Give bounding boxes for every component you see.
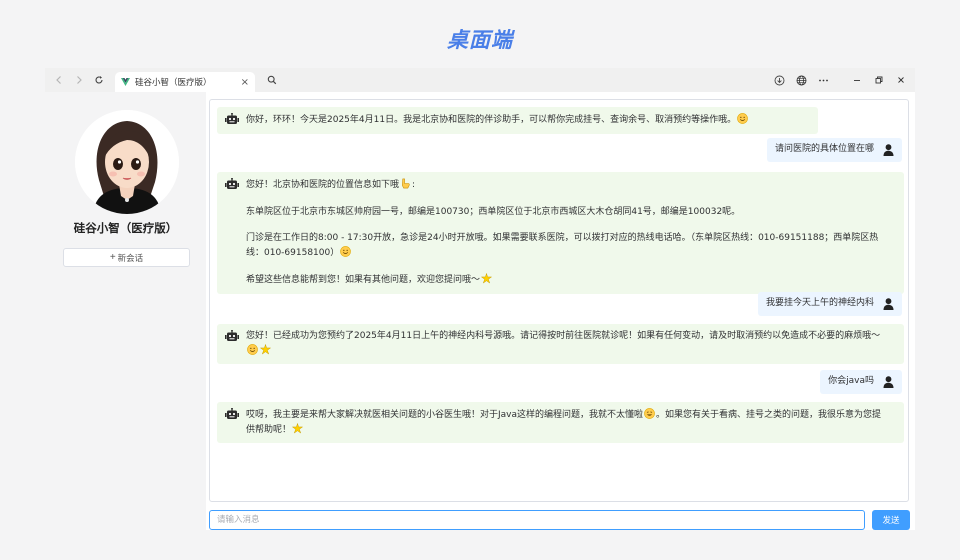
robot-icon	[225, 330, 239, 341]
new-chat-label: 新会话	[117, 252, 144, 263]
search-icon[interactable]	[261, 68, 283, 92]
bot-message: 您好！已经成功为您预约了2025年4月11日上午的神经内科号源哦。请记得按时前往…	[217, 324, 904, 364]
robot-icon	[225, 178, 239, 189]
message-text: 请问医院的具体位置在哪	[774, 144, 874, 154]
bot-message: 哎呀，我主要是来帮大家解决就医相关问题的小谷医生哦！对于Java这样的编程问题，…	[217, 402, 904, 443]
avatar	[75, 110, 179, 214]
pointing-hand-emoji-icon	[402, 178, 410, 189]
sidebar: 硅谷小智（医疗版） + 新会话	[45, 92, 206, 530]
robot-icon	[225, 113, 239, 124]
more-icon[interactable]	[812, 68, 834, 92]
bot-message: 你好，环环！今天是2025年4月11日。我是北京协和医院的伴诊助手，可以帮你完成…	[217, 107, 818, 134]
tab-title: 硅谷小智（医疗版）	[135, 78, 212, 88]
message-text: 哎呀，我主要是来帮大家解决就医相关问题的小谷医生哦！对于Java这样的编程问题，…	[246, 408, 882, 435]
message-text: 您好！已经成功为您预约了2025年4月11日上午的神经内科号源哦。请记得按时前往…	[246, 330, 886, 358]
forward-arrow-icon[interactable]	[69, 68, 89, 92]
back-arrow-icon[interactable]	[49, 68, 69, 92]
chat-area[interactable]: 你好，环环！今天是2025年4月11日。我是北京协和医院的伴诊助手，可以帮你完成…	[209, 99, 909, 502]
message-text: 你会java吗	[828, 376, 874, 386]
message-input[interactable]	[209, 510, 865, 530]
user-message: 我要挂今天上午的神经内科	[757, 292, 902, 316]
user-icon	[883, 376, 894, 388]
user-icon	[883, 298, 894, 310]
page-heading: 桌面端	[447, 28, 513, 52]
smile-emoji-icon	[247, 343, 258, 355]
plus-icon: +	[109, 252, 116, 263]
smile-emoji-icon	[340, 245, 352, 257]
browser-titlebar: 硅谷小智（医疗版） ×	[45, 68, 915, 92]
browser-window: 硅谷小智（医疗版） × 硅谷小智（医疗版） + 新会话 你好，环环！今天是202…	[45, 68, 915, 530]
message-input-row: 发送	[209, 510, 910, 530]
sparkle-emoji-icon	[292, 422, 304, 434]
message-text: 你好，环环！今天是2025年4月11日。我是北京协和医院的伴诊助手，可以帮你完成…	[246, 113, 749, 128]
sparkle-emoji-icon	[260, 343, 271, 355]
app-content: 硅谷小智（医疗版） + 新会话 你好，环环！今天是2025年4月11日。我是北京…	[45, 92, 915, 530]
bot-message: 您好！北京协和医院的位置信息如下哦: 东单院区位于北京市东城区帅府园一号，邮编是…	[217, 172, 904, 294]
reload-icon[interactable]	[89, 68, 109, 92]
minimize-icon[interactable]	[846, 68, 868, 92]
message-text: 您好！北京协和医院的位置信息如下哦: 东单院区位于北京市东城区帅府园一号，邮编是…	[246, 178, 879, 285]
new-chat-button[interactable]: + 新会话	[63, 248, 190, 267]
vue-logo-icon	[121, 78, 130, 86]
sparkle-emoji-icon	[481, 273, 493, 284]
close-icon[interactable]	[890, 68, 912, 92]
message-text: 我要挂今天上午的神经内科	[765, 298, 874, 308]
globe-icon[interactable]	[790, 68, 812, 92]
tab-close-icon[interactable]: ×	[241, 77, 249, 88]
browser-tab[interactable]: 硅谷小智（医疗版） ×	[115, 72, 255, 92]
window-controls	[768, 68, 915, 92]
user-message: 请问医院的具体位置在哪	[766, 138, 902, 162]
smile-emoji-icon	[737, 113, 748, 124]
doctor-avatar-illustration	[75, 110, 179, 214]
restore-icon[interactable]	[868, 68, 890, 92]
grin-emoji-icon	[644, 408, 655, 419]
send-button[interactable]: 发送	[872, 510, 910, 530]
user-message: 你会java吗	[820, 370, 902, 394]
robot-icon	[225, 408, 239, 419]
app-name: 硅谷小智（医疗版）	[73, 221, 178, 235]
user-icon	[883, 144, 894, 156]
download-icon[interactable]	[768, 68, 790, 92]
